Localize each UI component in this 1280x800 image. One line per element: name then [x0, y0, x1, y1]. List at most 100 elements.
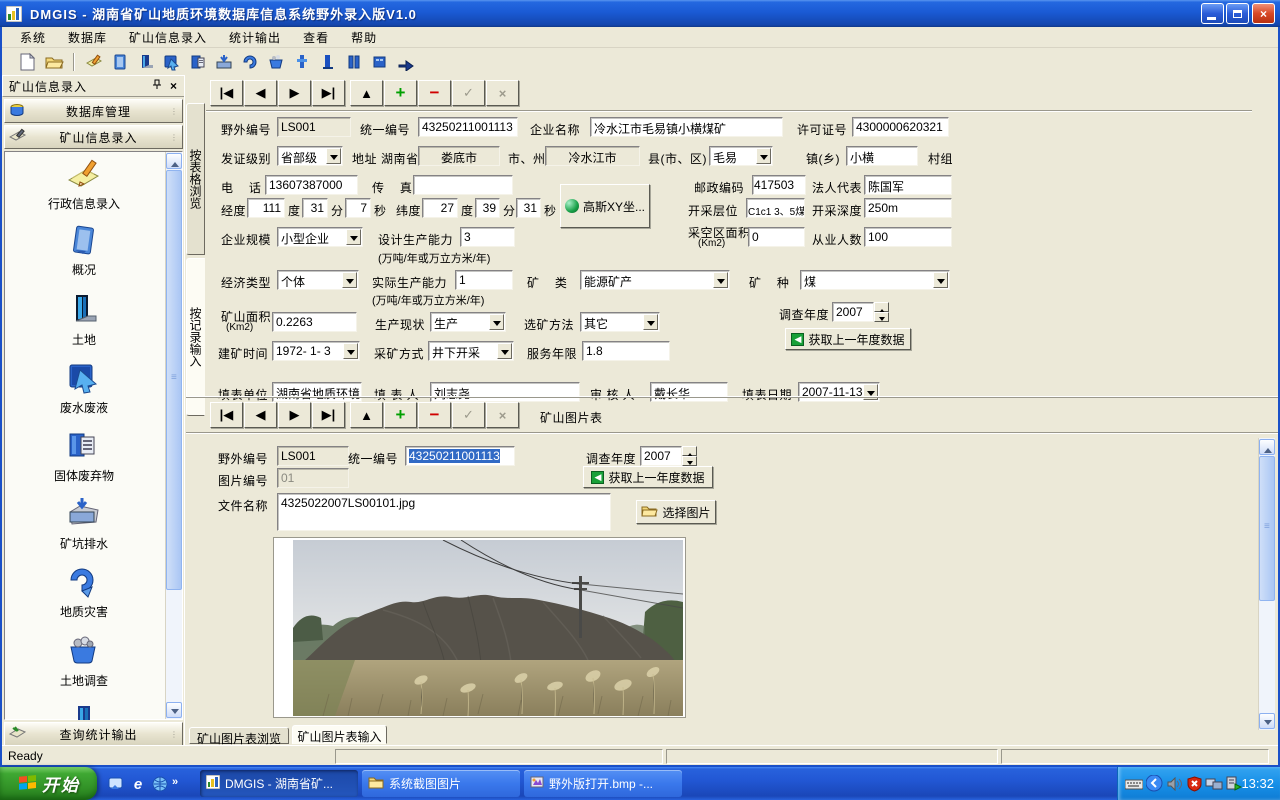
photo-nav-up-button[interactable]: ▲	[350, 402, 383, 428]
production-status-select[interactable]: 生产	[430, 312, 506, 332]
scroll-down-icon[interactable]	[166, 702, 182, 718]
chevron-down-icon[interactable]	[933, 272, 948, 288]
restore-button[interactable]	[1226, 3, 1249, 24]
nav-last-button[interactable]: ▶|	[312, 80, 345, 106]
tab-table-browse[interactable]: 按表格浏览	[186, 103, 205, 255]
nav-up-button[interactable]: ▲	[350, 80, 383, 106]
chevron-down-icon[interactable]	[343, 343, 358, 359]
license-input[interactable]: 4300000620321	[852, 117, 949, 137]
scrollbar-thumb[interactable]	[1259, 456, 1275, 601]
mineral-class-select[interactable]: 能源矿产	[580, 270, 730, 290]
scrollbar-thumb[interactable]	[166, 170, 182, 590]
unified-no-input[interactable]: 43250211001113	[418, 117, 518, 137]
tab-photo-input[interactable]: 矿山图片表输入	[292, 725, 387, 744]
mineral-kind-select[interactable]: 煤	[800, 270, 950, 290]
quicklaunch-show-desktop-icon[interactable]	[106, 774, 126, 794]
lat-min-input[interactable]: 39	[475, 198, 500, 218]
taskbar-clock[interactable]: 13:32	[1241, 776, 1274, 791]
photo-unified-no-input[interactable]: 43250211001113	[405, 446, 515, 466]
menu-view[interactable]: 查看	[303, 29, 329, 46]
photo-nav-prev-button[interactable]: ◀	[244, 402, 277, 428]
chevron-down-icon[interactable]	[342, 272, 357, 288]
sidebar-group-query-output[interactable]: 查询统计输出 ⋮	[4, 722, 183, 746]
survey-year-input[interactable]: 2007	[832, 302, 874, 322]
chevron-down-icon[interactable]	[497, 343, 512, 359]
open-icon[interactable]	[44, 52, 64, 72]
monitor-icon[interactable]	[292, 52, 312, 72]
lon-deg-input[interactable]: 111	[247, 198, 285, 218]
sidebar-item-partial[interactable]	[5, 704, 163, 720]
close-button[interactable]: ×	[1252, 3, 1275, 24]
tab-record-input[interactable]: 按记录输入	[186, 258, 205, 416]
lon-min-input[interactable]: 31	[302, 198, 328, 218]
photo-nav-first-button[interactable]: |◀	[210, 402, 243, 428]
spin-down-icon[interactable]	[682, 456, 697, 466]
spin-up-icon[interactable]	[874, 302, 889, 312]
photo-nav-post-button[interactable]: ✓	[452, 402, 485, 428]
scale-select[interactable]: 小型企业	[277, 227, 363, 247]
photo-get-prev-year-button[interactable]: ◀ 获取上一年度数据	[583, 466, 713, 488]
nav-first-button[interactable]: |◀	[210, 80, 243, 106]
get-prev-year-button[interactable]: ◀ 获取上一年度数据	[785, 328, 911, 350]
design-capacity-input[interactable]: 3	[460, 227, 515, 247]
actual-capacity-input[interactable]: 1	[455, 270, 513, 290]
nav-prev-button[interactable]: ◀	[244, 80, 277, 106]
legal-rep-input[interactable]: 陈国军	[864, 175, 952, 195]
nav-next-button[interactable]: ▶	[278, 80, 311, 106]
quicklaunch-mail-icon[interactable]	[150, 774, 170, 794]
sidebar-item-admin-info[interactable]: 行政信息录入	[5, 158, 163, 211]
chevron-down-icon[interactable]	[326, 148, 341, 164]
photo-no-input[interactable]: 01	[277, 468, 349, 488]
new-icon[interactable]	[18, 52, 38, 72]
photo-survey-year-input[interactable]: 2007	[640, 446, 682, 466]
service-life-input[interactable]: 1.8	[582, 341, 670, 361]
mine-area-input[interactable]: 0.2263	[272, 312, 357, 332]
sidebar-group-mine-entry[interactable]: 矿山信息录入 ⋮	[4, 125, 183, 149]
chevron-down-icon[interactable]	[489, 314, 504, 330]
phone-input[interactable]: 13607387000	[265, 175, 358, 195]
sidebar-item-solid-waste[interactable]: 固体废弃物	[5, 428, 163, 483]
economy-type-select[interactable]: 个体	[277, 270, 359, 290]
survey-year-spinner[interactable]	[874, 302, 889, 322]
sidebar-item-geo-hazard[interactable]: 地质灾害	[5, 564, 163, 619]
menu-database[interactable]: 数据库	[68, 29, 107, 46]
photo-nav-cancel-button[interactable]: ×	[486, 402, 519, 428]
sidebar-item-wastewater[interactable]: 废水废液	[5, 360, 163, 415]
chevron-down-icon[interactable]	[346, 229, 361, 245]
volume-tray-icon[interactable]	[1164, 774, 1184, 794]
file-name-input[interactable]: 4325022007LS00101.jpg	[277, 493, 611, 531]
lon-sec-input[interactable]: 7	[345, 198, 371, 218]
security-shield-tray-icon[interactable]	[1184, 774, 1204, 794]
build-date-select[interactable]: 1972- 1- 3	[272, 341, 360, 361]
sidebar-scrollbar[interactable]	[165, 152, 182, 719]
beneficiation-select[interactable]: 其它	[580, 312, 660, 332]
menu-system[interactable]: 系统	[20, 29, 46, 46]
land-icon[interactable]	[136, 52, 156, 72]
company-input[interactable]: 冷水江市毛易镇小横煤矿	[590, 117, 783, 137]
select-image-button[interactable]: 选择图片	[636, 500, 716, 524]
fill-unit-input[interactable]: 湖南省地质环境	[272, 382, 362, 402]
sidebar-item-pit-drainage[interactable]: 矿坑排水	[5, 496, 163, 551]
postcode-input[interactable]: 417503	[752, 175, 806, 195]
fill-date-select[interactable]: 2007-11-13	[798, 382, 880, 402]
prefecture-input[interactable]: 冷水江市	[545, 146, 640, 166]
sidebar-item-overview[interactable]: 概况	[5, 224, 163, 277]
start-button[interactable]: 开始	[0, 767, 97, 800]
towers-icon[interactable]	[344, 52, 364, 72]
photo-survey-year-spinner[interactable]	[682, 446, 697, 466]
quicklaunch-ie-icon[interactable]: e	[128, 774, 148, 794]
mining-horizon-input[interactable]: C1c1 3、5煤层	[746, 198, 805, 218]
spin-down-icon[interactable]	[874, 312, 889, 322]
photo-nav-add-button[interactable]: +	[384, 402, 417, 428]
fill-person-input[interactable]: 刘志尧	[430, 382, 580, 402]
lat-sec-input[interactable]: 31	[516, 198, 541, 218]
photo-nav-next-button[interactable]: ▶	[278, 402, 311, 428]
taskbar-task-paint[interactable]: 野外版打开.bmp -...	[524, 770, 682, 797]
reviewer-input[interactable]: 戴长华	[650, 382, 728, 402]
cert-level-select[interactable]: 省部级	[277, 146, 343, 166]
solid-waste-icon[interactable]	[188, 52, 208, 72]
archive-icon[interactable]	[370, 52, 390, 72]
chevron-down-icon[interactable]	[643, 314, 658, 330]
quicklaunch-overflow-chevron[interactable]: »	[172, 776, 178, 788]
admin-entry-icon[interactable]	[84, 52, 104, 72]
